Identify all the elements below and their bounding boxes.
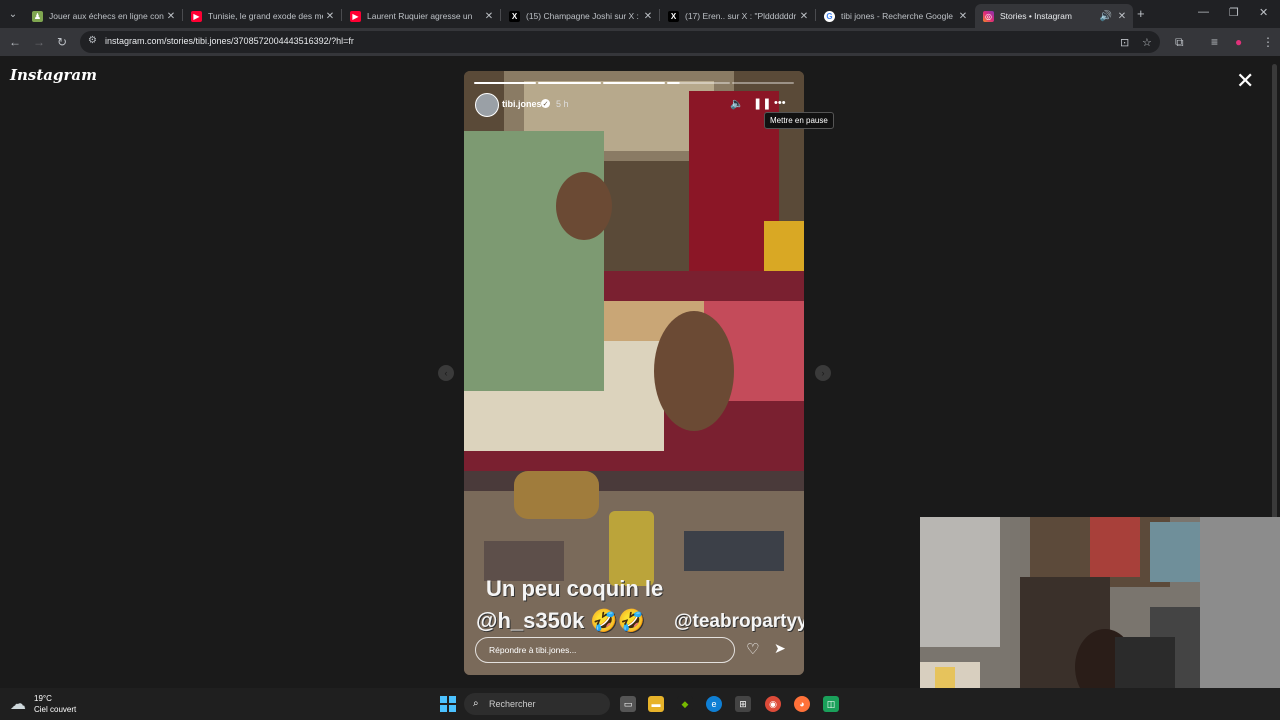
youtube-icon: ▶ [350,10,361,22]
share-send-icon[interactable]: ➤ [774,640,786,657]
tab-youtube-ruquier[interactable]: ▶ Laurent Ruquier agresse un ✕ [342,4,500,28]
instagram-icon: ◎ [983,10,994,22]
window-close-icon[interactable]: ✕ [1259,6,1268,19]
story-frame[interactable]: tibi.jones ✓ 5 h 🔈 ❚❚ ••• Un peu coquin … [464,71,804,675]
taskbar-search[interactable]: ⌕ Rechercher [464,693,610,715]
volume-icon[interactable]: 🔈 [730,97,744,110]
weather-condition[interactable]: Ciel couvert [34,705,76,714]
media-controls-icon[interactable]: ≡ [1211,35,1218,49]
progress-segment [731,82,795,84]
url-text: instagram.com/stories/tibi.jones/3708572… [105,36,354,46]
firefox-icon[interactable]: ◕ [794,696,810,712]
task-view-icon[interactable]: ▭ [620,696,636,712]
more-options-icon[interactable]: ••• [774,97,786,109]
tab-title: (17) Eren.. sur X : "Plddddddr [685,11,797,21]
taskbar-search-label: Rechercher [489,699,536,709]
extensions-icon[interactable]: ⧉ [1175,35,1184,50]
windows-start-icon[interactable] [440,696,456,712]
reply-placeholder: Répondre à tibi.jones... [489,645,577,655]
file-explorer-icon[interactable]: ▬ [648,696,664,712]
like-heart-icon[interactable]: ♡ [746,640,759,658]
speaker-icon[interactable]: 🔊 [1099,11,1113,22]
close-tab-icon[interactable]: ✕ [797,11,811,22]
new-tab-button[interactable]: + [1137,6,1145,21]
browser-toolbar: ← → ↻ ⚙ instagram.com/stories/tibi.jones… [0,28,1280,56]
progress-segment-active [667,82,730,84]
story-username[interactable]: tibi.jones [502,99,542,109]
tab-title: Tunisie, le grand exode des mé [208,11,323,21]
tab-title: Jouer aux échecs en ligne contr [49,11,164,21]
tab-title: tibi jones - Recherche Google [841,11,953,21]
tab-title: Stories • Instagram [1000,11,1072,21]
minimize-icon[interactable]: — [1198,6,1209,18]
progress-segment [538,82,601,84]
tab-title: (15) Champagne Joshi sur X : "I [526,11,641,21]
chevron-down-icon: ⌄ [8,8,18,20]
tab-chess[interactable]: ♟ Jouer aux échecs en ligne contr ✕ [24,4,182,28]
address-bar[interactable]: ⚙ instagram.com/stories/tibi.jones/37085… [80,31,1160,53]
close-tab-icon[interactable]: ✕ [164,11,178,22]
story-caption-tag: @teabropartyyy [674,611,804,632]
youtube-icon: ▶ [191,10,202,22]
tab-x-champagne[interactable]: X (15) Champagne Joshi sur X : "I ✕ [501,4,659,28]
tab-instagram-stories[interactable]: ◎ Stories • Instagram 🔊 ✕ [975,4,1133,28]
reply-input[interactable]: Répondre à tibi.jones... [475,637,735,663]
tab-google-search[interactable]: G tibi jones - Recherche Google ✕ [816,4,974,28]
story-progress-bar [474,82,795,84]
tab-search-button[interactable]: ⌄ [4,5,22,23]
menu-dots-icon[interactable]: ⋮ [1262,35,1274,49]
tab-x-eren[interactable]: X (17) Eren.. sur X : "Plddddddr ✕ [660,4,815,28]
close-tab-icon[interactable]: ✕ [641,11,655,22]
search-icon: ⌕ [473,698,479,709]
cloud-icon[interactable]: ☁ [10,694,26,714]
pause-tooltip: Mettre en pause [764,112,834,129]
instagram-logo[interactable]: Instagram [10,66,97,84]
progress-segment [602,82,666,84]
close-story-icon[interactable]: ✕ [1236,70,1254,92]
verified-badge-icon: ✓ [541,99,550,108]
chrome-icon[interactable]: ◉ [765,696,781,712]
windows-taskbar: ☁ 19°C Ciel couvert ⌕ Rechercher ▭ ▬ ◆ e… [0,688,1280,720]
bookmark-star-icon[interactable]: ☆ [1142,36,1152,49]
close-tab-icon[interactable]: ✕ [323,11,337,22]
back-icon[interactable]: ← [9,35,21,49]
weather-temperature[interactable]: 19°C [34,694,52,703]
close-tab-icon[interactable]: ✕ [1115,11,1129,22]
x-icon: X [668,10,679,22]
close-tab-icon[interactable]: ✕ [956,11,970,22]
restore-icon[interactable]: ❐ [1229,6,1239,19]
progress-segment [474,82,537,84]
tab-youtube-tunisie[interactable]: ▶ Tunisie, le grand exode des mé ✕ [183,4,341,28]
x-icon: X [509,10,520,22]
story-time: 5 h [556,99,569,109]
user-avatar[interactable] [475,93,499,117]
app-icon[interactable]: ◫ [823,696,839,712]
pause-icon[interactable]: ❚❚ [753,97,771,110]
close-tab-icon[interactable]: ✕ [482,11,496,22]
install-app-icon[interactable]: ⊡ [1120,36,1129,49]
story-caption-line-2: @h_s350k 🤣🤣 [476,608,646,633]
browser-tab-strip: ⌄ ♟ Jouer aux échecs en ligne contr ✕ ▶ … [0,0,1280,28]
chess-icon: ♟ [32,10,43,22]
reload-icon[interactable]: ↻ [57,35,67,49]
story-caption-line-1: Un peu coquin le [486,576,664,601]
google-icon: G [824,10,835,22]
profile-avatar-icon[interactable]: ● [1235,35,1242,49]
tab-title: Laurent Ruquier agresse un [367,11,473,21]
nvidia-icon[interactable]: ◆ [677,696,693,712]
forward-icon[interactable]: → [33,35,45,49]
previous-story-icon[interactable]: ‹ [438,365,454,381]
edge-icon[interactable]: e [706,696,722,712]
site-settings-icon[interactable]: ⚙ [88,35,97,46]
store-icon[interactable]: ⊞ [735,696,751,712]
next-story-icon[interactable]: › [815,365,831,381]
